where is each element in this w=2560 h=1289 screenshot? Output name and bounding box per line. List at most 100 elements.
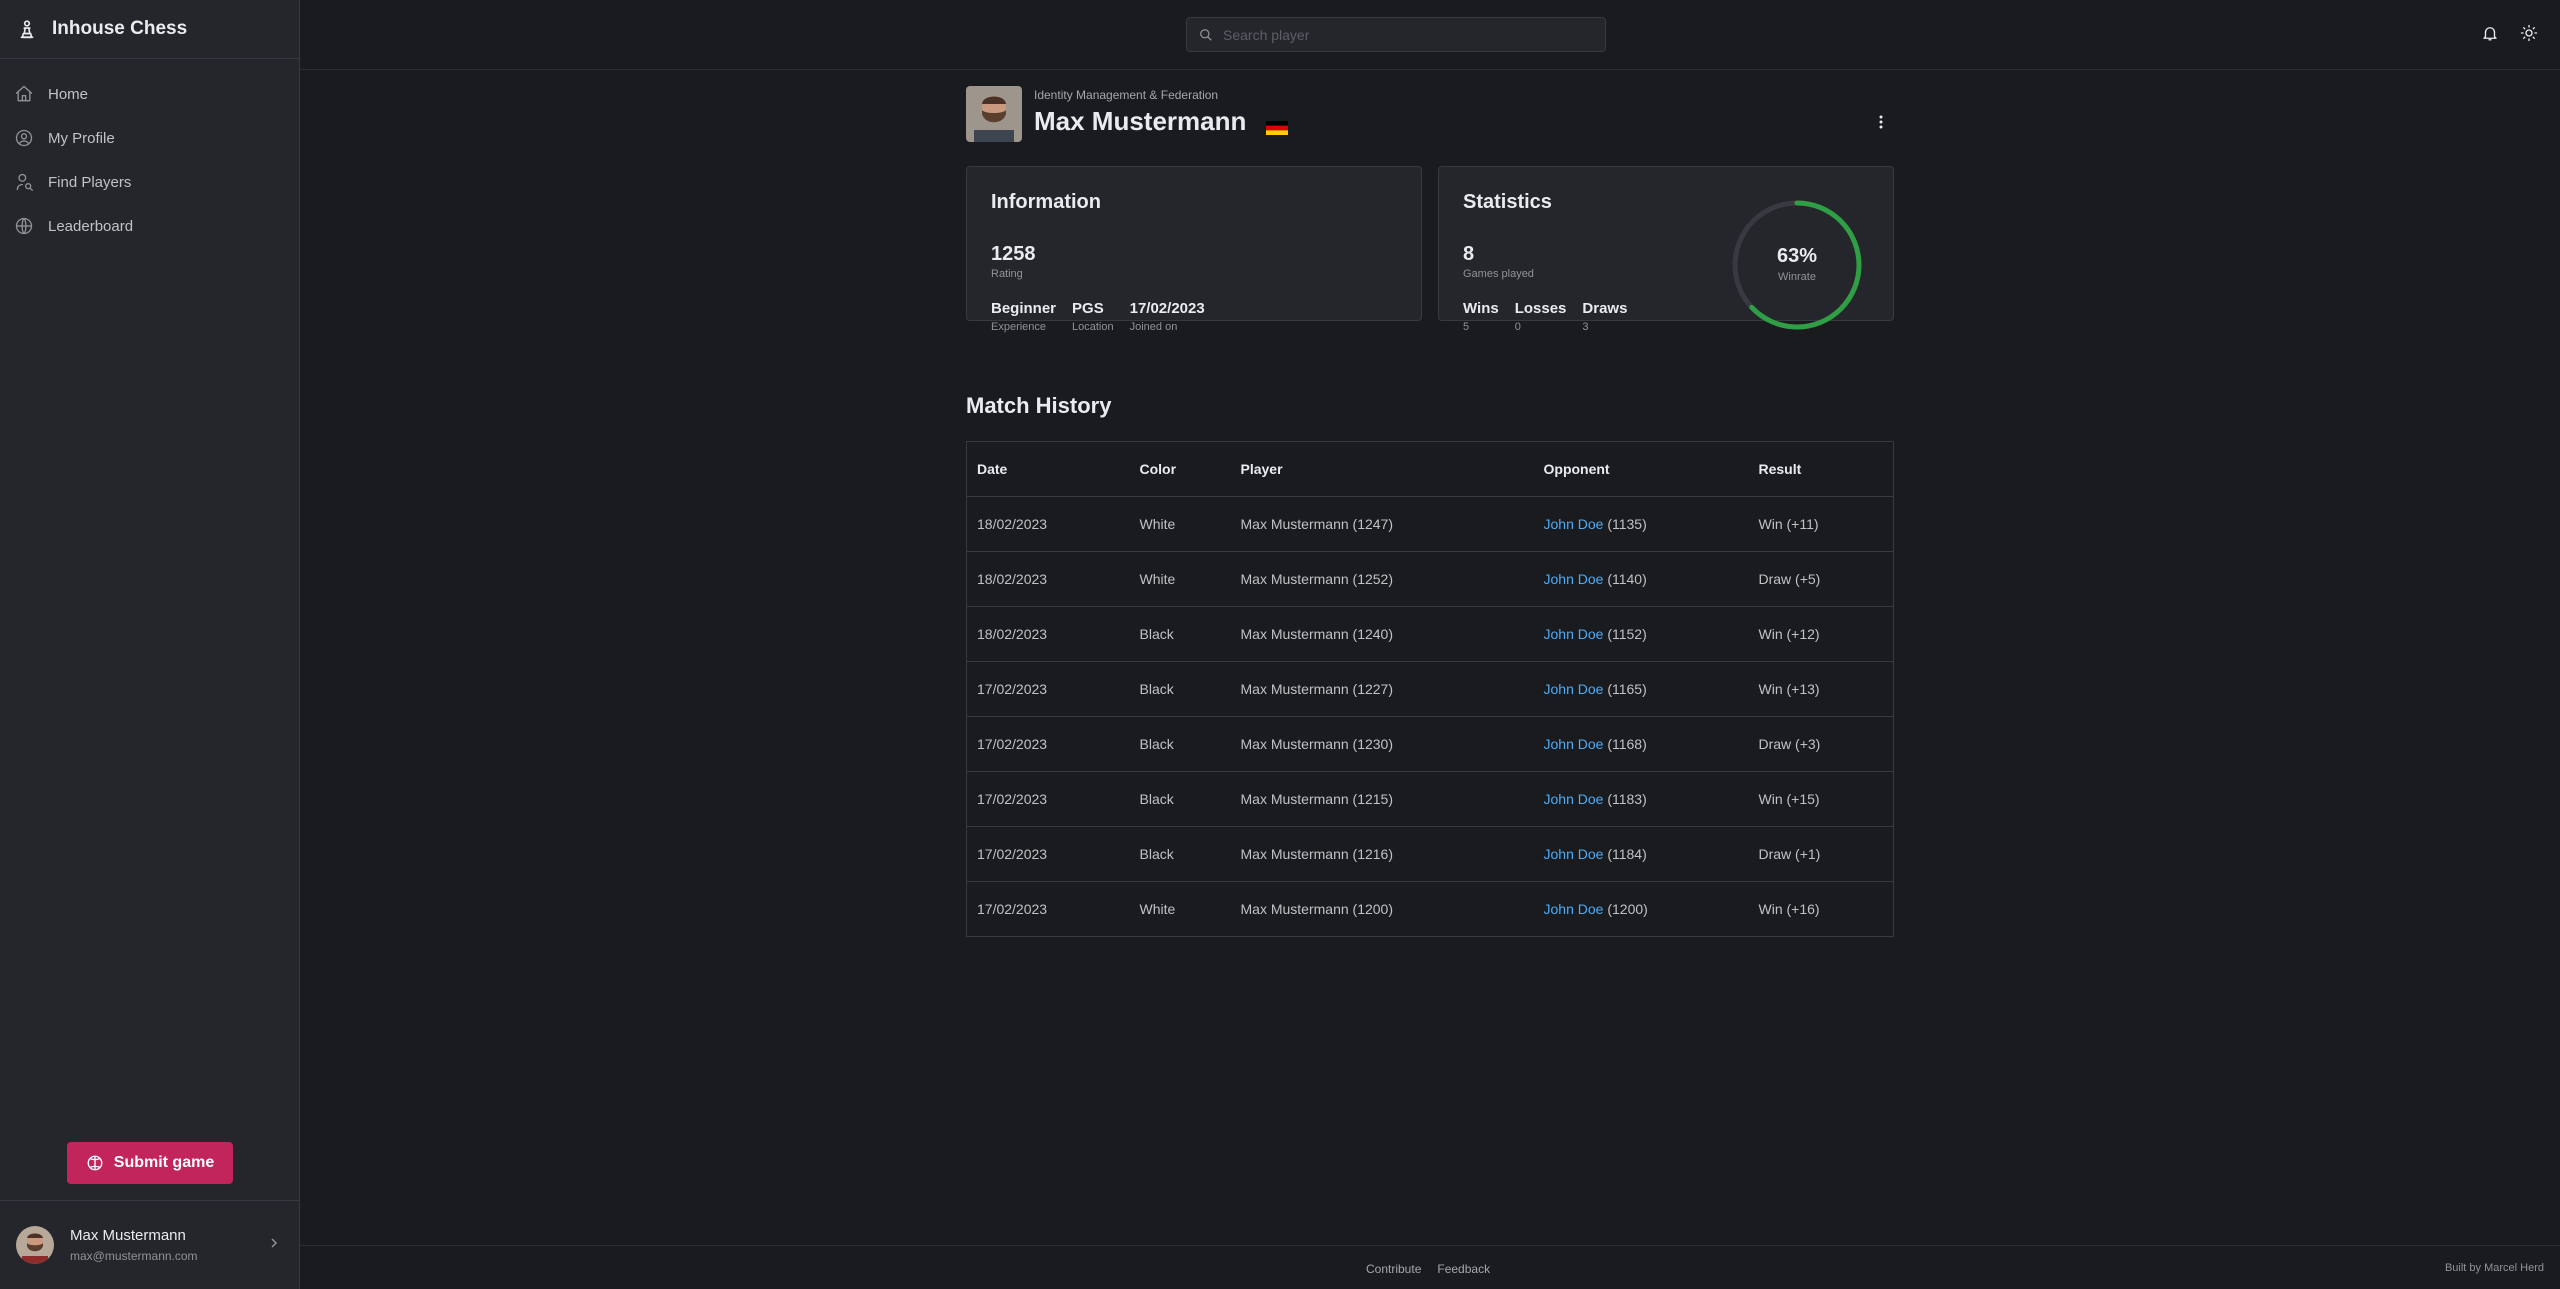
chess-pawn-icon [16,18,38,40]
draws-value: 3 [1582,321,1589,333]
cell-result: Win (+15) [1748,771,1894,827]
column-header-result[interactable]: Result [1748,441,1894,497]
app-title: Inhouse Chess [52,18,188,39]
cell-result: Win (+16) [1758,901,1820,917]
brand[interactable]: Inhouse Chess [0,0,299,59]
cell-result: Win (+11) [1748,496,1894,552]
opponent-link[interactable]: John Doe [1544,571,1604,587]
stats-details: Wins 5 Losses 0 Draws 3 [1463,300,1627,333]
opponent-rating: (1183) [1607,791,1647,807]
joined-label: Joined on [1129,321,1178,333]
location-stat: PGS Location [1072,300,1114,333]
sidebar-item-home[interactable]: Home [0,72,299,116]
cell-date: 17/02/2023 [966,661,1130,717]
cell-player: Max Mustermann (1230) [1230,716,1534,772]
cell-opponent: John Doe (1183) [1533,771,1749,827]
sidebar-item-my-profile[interactable]: My Profile [0,116,299,160]
feedback-link[interactable]: Feedback [1437,1262,1490,1276]
footer: Contribute Feedback Built by Marcel Herd [300,1245,2560,1289]
cell-opponent: John Doe (1152) [1533,606,1749,662]
user-circle-icon [14,128,34,148]
cell-date: 17/02/2023 [966,771,1130,827]
submit-game-label: Submit game [113,1154,215,1171]
opponent-link[interactable]: John Doe [1544,681,1604,697]
cell-date: 17/02/2023 [977,901,1048,917]
wins-label: Wins [1463,300,1499,317]
opponent-rating: (1165) [1607,681,1647,697]
cell-date: 18/02/2023 [966,551,1130,607]
cell-color: Black [1129,606,1231,662]
joined-stat: 17/02/2023 Joined on [1130,300,1205,333]
contribute-link[interactable]: Contribute [1366,1262,1421,1276]
cell-color: Black [1129,661,1231,717]
cell-color: Black [1129,716,1231,772]
table-row: 18/02/2023 White Max Mustermann (1247) John… [966,496,1894,552]
cell-opponent: John Doe (1168) [1533,716,1749,772]
submit-game-button[interactable]: Submit game [67,1142,233,1184]
table-row: 17/02/2023 Black Max Mustermann (1216) John… [966,826,1894,882]
sidebar-item-find-players[interactable]: Find Players [0,160,299,204]
search-input[interactable] [1223,26,1583,43]
cell-opponent: John Doe (1165) [1533,661,1749,717]
table-row: 17/02/2023 White Max Mustermann (1200) John… [967,882,1894,937]
cell-opponent: John Doe (1140) [1533,551,1749,607]
rating-label: Rating [991,268,1023,280]
losses-label: Losses [1514,300,1567,317]
germany-flag-icon [1266,121,1288,135]
profile-cards: Information 1258 Rating Beginner Experie… [966,166,1894,333]
statistics-card: Statistics 8 Games played Wins 5 Losses … [1438,166,1894,333]
column-header-color[interactable]: Color [1129,441,1231,497]
sidebar-item-leaderboard[interactable]: Leaderboard [0,204,299,248]
column-header-date[interactable]: Date [966,441,1130,497]
cell-player: Max Mustermann (1227) [1230,661,1534,717]
cell-color: Black [1129,826,1231,882]
opponent-link[interactable]: John Doe [1544,736,1604,752]
opponent-link[interactable]: John Doe [1544,846,1604,862]
opponent-link[interactable]: John Doe [1544,791,1604,807]
cell-result: Win (+12) [1748,606,1894,662]
sidebar-item-label: Leaderboard [48,217,134,235]
cell-date: 17/02/2023 [966,826,1130,882]
statistics-title: Statistics [1463,191,1552,213]
location-label: Location [1072,321,1114,333]
wins-value: 5 [1463,321,1470,333]
profile-header: Identity Management & Federation Max Mus… [966,86,1894,142]
cell-result: Draw (+1) [1748,826,1894,882]
organization: Identity Management & Federation [1034,88,1219,102]
footer-links: Contribute Feedback [1366,1262,1490,1276]
user-name: Max Mustermann [70,1227,186,1244]
losses-value: 0 [1514,321,1521,333]
opponent-link[interactable]: John Doe [1544,626,1604,642]
sun-icon[interactable] [2520,24,2538,42]
opponent-link[interactable]: John Doe [1544,901,1604,917]
information-title: Information [991,191,1101,213]
experience-stat: Beginner Experience [991,300,1056,333]
cell-color: White [1129,551,1231,607]
bell-icon[interactable] [2481,24,2499,42]
winrate-value: 63% [1776,245,1818,267]
search-box[interactable] [1186,17,1606,52]
opponent-rating: (1135) [1607,516,1647,532]
table-header-row: Date Color Player Opponent Result [966,441,1894,497]
more-options-icon[interactable] [1878,114,1884,130]
column-header-opponent[interactable]: Opponent [1533,441,1749,497]
info-details: Beginner Experience PGS Location 17/02/2… [991,300,1205,333]
opponent-rating: (1140) [1607,571,1647,587]
column-header-player[interactable]: Player [1230,441,1534,497]
winrate-ring: 63% Winrate [1731,199,1863,331]
opponent-link[interactable]: John Doe [1544,516,1604,532]
user-menu[interactable]: Max Mustermann max@mustermann.com [0,1200,300,1289]
match-history-title: Match History [966,393,1112,418]
match-history-body: 18/02/2023 White Max Mustermann (1247) John… [966,496,1894,937]
rating-value: 1258 [991,243,1036,265]
draws-label: Draws [1582,300,1628,317]
table-row: 18/02/2023 White Max Mustermann (1252) John… [966,551,1894,607]
games-played-value: 8 [1463,243,1475,265]
globe-icon [14,216,34,236]
home-icon [14,84,34,104]
experience-value: Beginner [991,300,1057,317]
avatar [16,1226,54,1264]
sidebar-item-label: My Profile [48,129,115,147]
cell-opponent: John Doe (1135) [1533,496,1749,552]
cell-color: White [1129,496,1231,552]
